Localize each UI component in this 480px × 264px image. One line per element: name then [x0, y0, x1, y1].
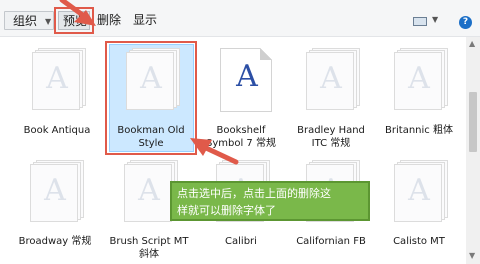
- annotation-arrows: [59, 0, 239, 165]
- arrow-to-preview-icon: [59, 0, 96, 26]
- arrow-to-selected-font-icon: [190, 138, 239, 165]
